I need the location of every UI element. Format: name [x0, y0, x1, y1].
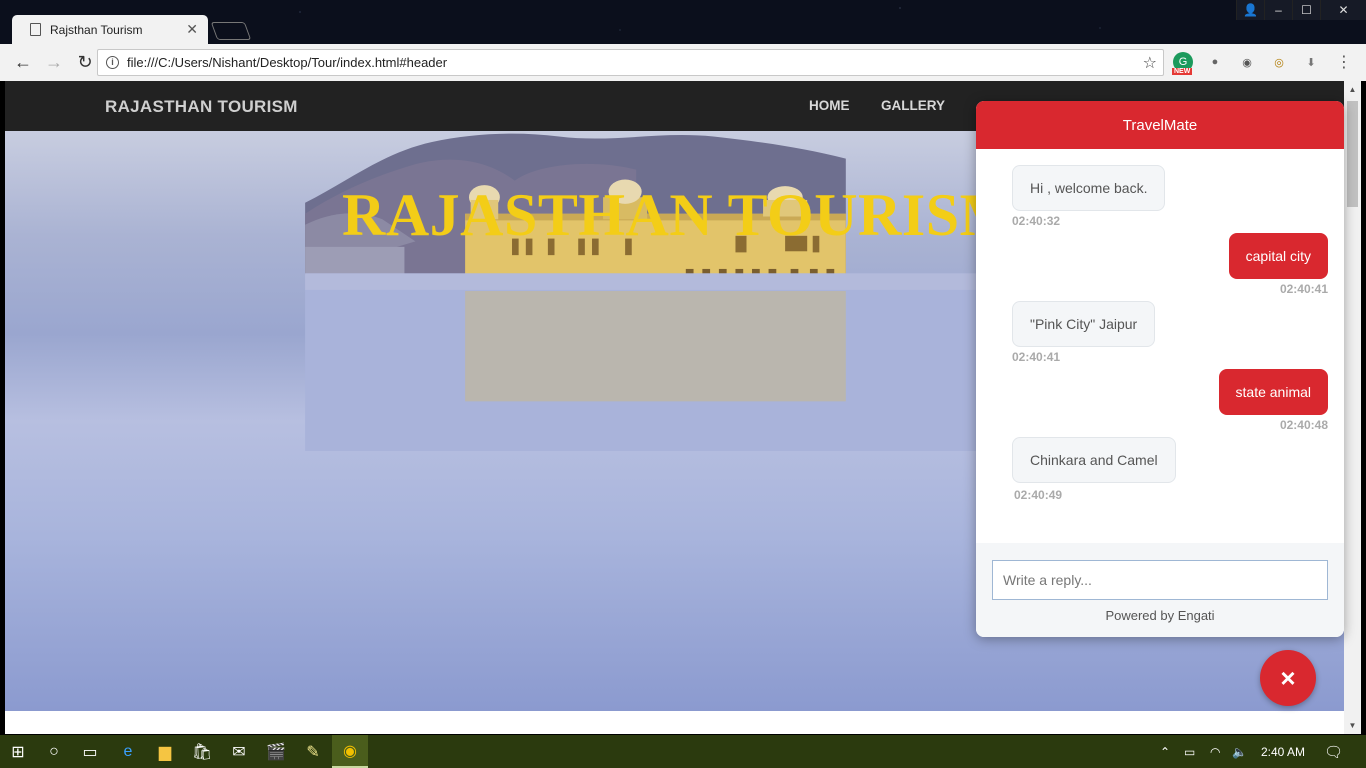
message-timestamp: 02:40:41: [1279, 282, 1328, 296]
extension-new-badge: NEW: [1172, 68, 1193, 75]
page-content-strip: [5, 711, 1344, 734]
volume-icon[interactable]: 🔈: [1232, 735, 1247, 768]
browser-titlebar: Rajsthan Tourism ✕ 👤 – ☐ ✕: [0, 0, 1366, 44]
scroll-up-icon[interactable]: ▲: [1344, 81, 1361, 98]
bot-message: "Pink City" Jaipur: [1012, 301, 1156, 347]
action-center-icon[interactable]: 🗨: [1324, 735, 1343, 768]
tab-close-icon[interactable]: ✕: [186, 21, 198, 38]
message-timestamp: 02:40:32: [1012, 214, 1061, 228]
extension-palette-icon[interactable]: ◉: [1237, 52, 1257, 72]
tab-title: Rajsthan Tourism: [50, 22, 143, 37]
scroll-down-icon[interactable]: ▼: [1344, 717, 1361, 734]
cortana-search-icon[interactable]: ○: [36, 735, 72, 768]
message-timestamp: 02:40:48: [1279, 418, 1328, 432]
tray-chevron-icon[interactable]: ⌃: [1160, 735, 1170, 768]
minimize-button[interactable]: –: [1264, 0, 1292, 20]
task-view-icon[interactable]: ▭: [72, 735, 108, 768]
window-controls: 👤 – ☐ ✕: [1236, 0, 1366, 20]
notepad-icon[interactable]: ✎: [295, 735, 331, 768]
user-message: capital city: [1228, 233, 1328, 279]
page-scrollbar[interactable]: ▲ ▼: [1344, 81, 1361, 734]
page-icon: [30, 23, 41, 36]
reply-input[interactable]: [992, 560, 1328, 600]
nav-link-gallery[interactable]: GALLERY: [881, 98, 945, 113]
hero-title: RAJASTHAN TOURISM: [342, 182, 1017, 248]
forward-button[interactable]: →: [41, 50, 67, 76]
edge-browser-icon[interactable]: e: [110, 735, 146, 768]
powered-by-text[interactable]: Powered by Engati: [976, 608, 1344, 623]
store-icon[interactable]: 🛍: [184, 735, 220, 768]
nav-link-home[interactable]: HOME: [809, 98, 850, 113]
bot-message: Chinkara and Camel: [1012, 437, 1176, 483]
battery-icon[interactable]: ▭: [1184, 735, 1195, 768]
window-close-button[interactable]: ✕: [1320, 0, 1366, 20]
site-info-icon[interactable]: i: [106, 56, 119, 69]
mail-icon[interactable]: ✉: [221, 735, 257, 768]
extension-bulb-icon[interactable]: ●: [1205, 52, 1225, 72]
bot-message: Hi , welcome back.: [1012, 165, 1166, 211]
user-message: state animal: [1218, 369, 1328, 415]
extension-eye-icon[interactable]: ◎: [1269, 52, 1289, 72]
chat-widget: TravelMate Hi , welcome back. 02:40:32 c…: [976, 101, 1344, 637]
back-button[interactable]: ←: [10, 50, 36, 76]
extension-download-icon[interactable]: ⬇: [1301, 52, 1321, 72]
browser-toolbar: ← → ↻ i file:///C:/Users/Nishant/Desktop…: [0, 44, 1366, 81]
new-tab-button[interactable]: [210, 22, 252, 40]
start-windows-icon[interactable]: ⊞: [0, 735, 36, 768]
movies-icon[interactable]: 🎬: [258, 735, 294, 768]
browser-menu-icon[interactable]: ⋮: [1334, 52, 1354, 72]
profile-icon[interactable]: 👤: [1236, 0, 1264, 20]
chat-close-button[interactable]: ×: [1260, 650, 1316, 706]
url-text[interactable]: file:///C:/Users/Nishant/Desktop/Tour/in…: [127, 55, 1143, 70]
message-timestamp: 02:40:41: [1012, 350, 1061, 364]
file-explorer-icon[interactable]: ▆: [147, 735, 183, 768]
chat-footer: Powered by Engati: [976, 543, 1344, 637]
windows-taskbar: ⊞ ○ ▭ e ▆ 🛍 ✉ 🎬 ✎ ◉ ⌃ ▭ ◠ 🔈 2:40 AM 🗨: [0, 735, 1366, 768]
reload-button[interactable]: ↻: [72, 50, 98, 76]
chat-messages[interactable]: Hi , welcome back. 02:40:32 capital city…: [976, 149, 1344, 543]
maximize-button[interactable]: ☐: [1292, 0, 1320, 20]
wifi-icon[interactable]: ◠: [1210, 735, 1220, 768]
browser-tab[interactable]: Rajsthan Tourism ✕: [12, 15, 208, 44]
taskbar-clock[interactable]: 2:40 AM: [1261, 735, 1305, 768]
address-bar[interactable]: i file:///C:/Users/Nishant/Desktop/Tour/…: [97, 49, 1164, 76]
chrome-icon[interactable]: ◉: [332, 735, 368, 768]
message-timestamp: 02:40:49: [1014, 488, 1063, 502]
scrollbar-thumb[interactable]: [1347, 101, 1358, 207]
site-brand[interactable]: RAJASTHAN TOURISM: [105, 97, 298, 117]
chat-header: TravelMate: [976, 101, 1344, 149]
bookmark-star-icon[interactable]: ☆: [1143, 53, 1157, 73]
